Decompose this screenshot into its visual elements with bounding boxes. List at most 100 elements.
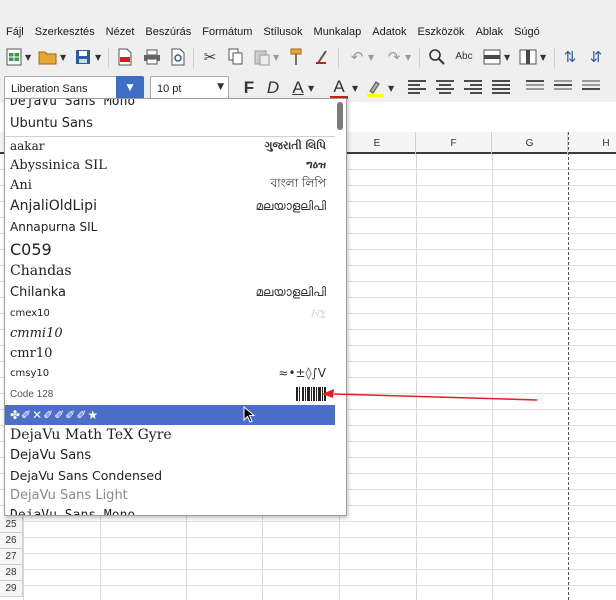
font-list-item[interactable]: cmr10 [5, 343, 335, 363]
row-header-29[interactable]: 29 [0, 581, 23, 597]
align-top-icon[interactable] [526, 80, 544, 94]
row-header-27[interactable]: 27 [0, 549, 23, 565]
menu-data[interactable]: Adatok [372, 26, 406, 38]
align-bottom-icon[interactable] [582, 80, 600, 94]
print-preview-icon[interactable] [168, 47, 188, 67]
font-list-item[interactable]: cmmi10 [5, 323, 335, 343]
row-header-28[interactable]: 28 [0, 565, 23, 581]
font-list-item[interactable]: Code 128 [5, 383, 335, 405]
clear-formatting-icon[interactable] [312, 47, 332, 67]
font-list-item[interactable]: Ani বাংলা লিপি [5, 175, 335, 195]
export-pdf-icon[interactable] [115, 47, 135, 67]
menu-sheet[interactable]: Munkalap [314, 26, 362, 38]
menu-styles[interactable]: Stílusok [263, 26, 302, 38]
column-header-h[interactable]: H [568, 132, 616, 154]
font-list-item[interactable]: DejaVu Sans Mono [5, 505, 335, 516]
find-replace-icon[interactable] [427, 47, 447, 67]
redo-dropdown-chevron-icon[interactable]: ▼ [405, 53, 411, 62]
font-list-item-selected[interactable]: ✤✐✕✐✐✐✐★ [5, 405, 335, 425]
font-size-value[interactable]: 10 pt [157, 83, 181, 95]
font-size-combobox[interactable]: 10 pt ▼ [150, 76, 229, 100]
font-name-dropdown-button[interactable]: ▼ [116, 76, 144, 100]
font-name-dropdown-list[interactable]: DejaVu Sans Mono Ubuntu Sans aakar ગુજરા… [4, 98, 347, 516]
font-list-item[interactable]: Annapurna SIL [5, 217, 335, 237]
font-name-value[interactable]: Liberation Sans [11, 83, 87, 95]
font-list-item[interactable]: DejaVu Sans [5, 445, 335, 465]
highlight-dropdown-chevron-icon[interactable]: ▼ [388, 84, 394, 93]
font-list-item[interactable]: cmsy10 ≈•±◊∫V [5, 363, 335, 383]
column-icon[interactable] [518, 47, 538, 67]
print-icon[interactable] [142, 47, 162, 67]
font-name-label: Abyssinica SIL [10, 157, 107, 173]
undo-dropdown-chevron-icon[interactable]: ▼ [368, 53, 374, 62]
font-list-item[interactable]: DejaVu Math TeX Gyre [5, 425, 335, 445]
row-icon[interactable] [482, 47, 502, 67]
sort-ascending-icon[interactable]: ⇅ [560, 47, 580, 67]
sort-descending-icon[interactable]: ⇵ [586, 47, 606, 67]
font-list-item[interactable]: DejaVu Sans Mono [5, 99, 335, 111]
align-left-icon[interactable] [408, 80, 426, 94]
font-list-item[interactable]: AnjaliOldLipi മലയാളലിപി [5, 195, 335, 217]
menu-help[interactable]: Súgó [514, 26, 540, 38]
underline-dropdown-chevron-icon[interactable]: ▼ [308, 84, 314, 93]
toolbar-separator [554, 48, 555, 68]
font-list-item[interactable]: Chandas [5, 261, 335, 281]
undo-icon[interactable]: ↶ [347, 47, 367, 67]
new-dropdown-chevron-icon[interactable]: ▼ [25, 53, 31, 62]
font-list-item[interactable]: DejaVu Sans Condensed [5, 465, 335, 485]
font-color-button[interactable]: A [330, 77, 348, 99]
font-list-item[interactable]: cmex10 ∫√∑ [5, 303, 335, 323]
cut-icon[interactable]: ✂ [200, 47, 220, 67]
row-header-26[interactable]: 26 [0, 533, 23, 549]
align-right-icon[interactable] [464, 80, 482, 94]
font-list-item[interactable]: DejaVu Sans Light [5, 485, 335, 505]
bold-button[interactable]: F [240, 77, 258, 99]
new-spreadsheet-icon[interactable] [4, 47, 24, 67]
font-name-combobox[interactable]: Liberation Sans ▼ [4, 76, 144, 100]
underline-button[interactable]: A [290, 77, 306, 99]
open-folder-icon[interactable] [38, 47, 58, 67]
font-preview-sample: ≈•±◊∫V [278, 366, 326, 380]
column-dropdown-chevron-icon[interactable]: ▼ [540, 53, 546, 62]
menu-tools[interactable]: Eszközök [417, 26, 464, 38]
font-name-label: cmr10 [10, 345, 53, 361]
annotation-arrow-icon [322, 389, 538, 401]
spelling-icon[interactable]: Abc [454, 47, 474, 67]
redo-icon[interactable]: ↷ [384, 47, 404, 67]
menu-view[interactable]: Nézet [106, 26, 135, 38]
font-name-label: cmsy10 [10, 367, 50, 379]
font-list-item[interactable]: Abyssinica SIL ግዕዝ [5, 155, 335, 175]
row-header-25[interactable]: 25 [0, 517, 23, 533]
font-list-item[interactable]: Ubuntu Sans [5, 112, 335, 134]
column-header-g[interactable]: G [492, 132, 568, 154]
open-dropdown-chevron-icon[interactable]: ▼ [60, 53, 66, 62]
highlighter-icon [367, 81, 383, 97]
column-header-e[interactable]: E [339, 132, 416, 154]
align-middle-icon[interactable] [554, 80, 572, 94]
chevron-down-icon: ▼ [126, 83, 134, 93]
font-color-dropdown-chevron-icon[interactable]: ▼ [352, 84, 358, 93]
align-center-icon[interactable] [436, 80, 454, 94]
align-justify-icon[interactable] [492, 80, 510, 94]
menu-edit[interactable]: Szerkesztés [35, 26, 95, 38]
paste-icon[interactable] [252, 47, 272, 67]
chevron-down-icon[interactable]: ▼ [217, 82, 224, 92]
font-list-item[interactable]: aakar ગુજરાતી લિપિ [5, 137, 335, 155]
save-icon[interactable] [73, 47, 93, 67]
clone-formatting-icon[interactable] [286, 47, 306, 67]
font-list-item[interactable]: C059 [5, 237, 335, 261]
menu-format[interactable]: Formátum [202, 26, 252, 38]
row-dropdown-chevron-icon[interactable]: ▼ [504, 53, 510, 62]
font-list-scrollbar[interactable] [337, 102, 343, 130]
font-preview-sample: ∫√∑ [311, 308, 326, 318]
menu-window[interactable]: Ablak [476, 26, 504, 38]
paste-dropdown-chevron-icon[interactable]: ▼ [273, 53, 279, 62]
font-list-item[interactable]: Chilanka മലയാളലിപി [5, 281, 335, 303]
menu-insert[interactable]: Beszúrás [145, 26, 191, 38]
copy-icon[interactable] [226, 47, 246, 67]
italic-button[interactable]: D [264, 77, 282, 99]
highlight-color-button[interactable] [365, 77, 385, 99]
column-header-f[interactable]: F [416, 132, 492, 154]
save-dropdown-chevron-icon[interactable]: ▼ [95, 53, 101, 62]
menu-file[interactable]: Fájl [6, 26, 24, 38]
